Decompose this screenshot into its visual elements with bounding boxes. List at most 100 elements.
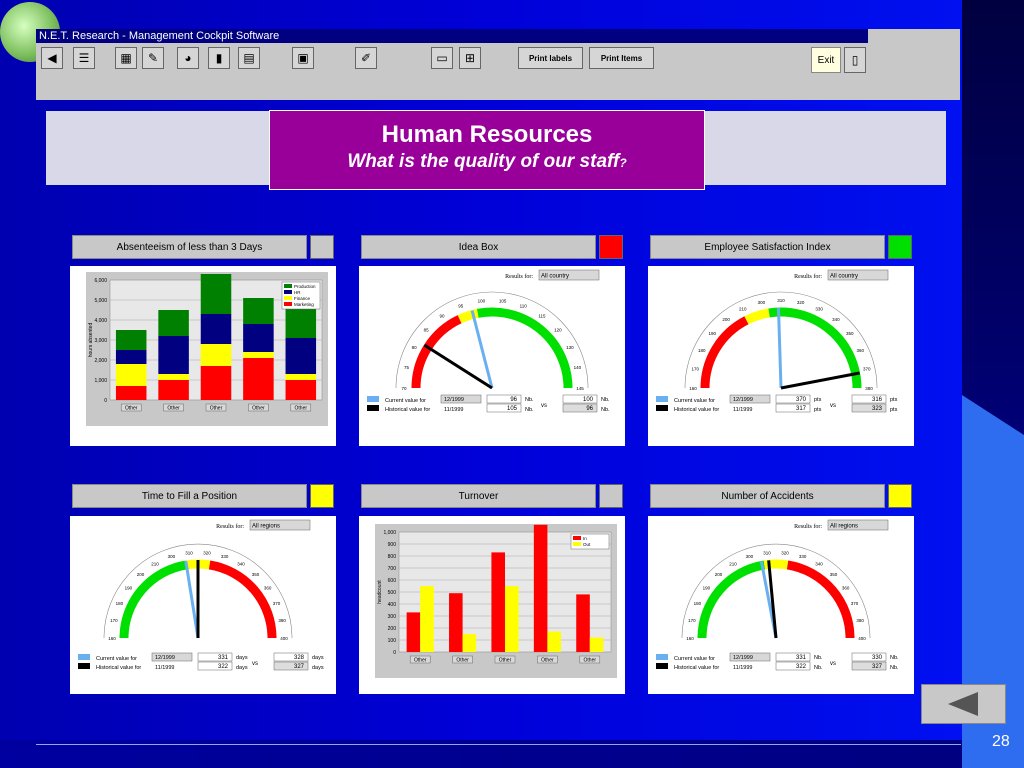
historical-date: 11/1999 [444,407,463,413]
x-tick-label: Other [584,658,597,664]
gauge-tick-label: 360 [264,585,272,590]
unit-label: days [312,665,324,671]
gauge-tick-label: 170 [110,618,118,623]
historical-value: 105 [507,406,518,412]
bar [547,631,561,652]
absenteeism-header[interactable]: Absenteeism of less than 3 Days [72,235,307,259]
current-swatch [656,396,668,402]
y-tick-label: 1,000 [94,378,107,384]
time-to-fill-header[interactable]: Time to Fill a Position [72,484,307,508]
x-tick-label: Other [210,406,223,412]
back-arrow-icon[interactable]: ◀ [41,47,63,69]
bar-segment [158,310,189,336]
unit-label: pts [814,407,822,413]
gauge-tick-label: 200 [137,572,145,577]
legend-swatch [573,542,581,546]
gauge-tick-label: 110 [520,304,528,309]
network-icon[interactable]: ⊞ [459,47,481,69]
edit-icon[interactable]: ✐ [355,47,377,69]
calculator-icon[interactable]: ▦ [115,47,137,69]
slide-title-box: Human Resources What is the quality of o… [269,110,705,190]
x-tick-label: Other [456,658,469,664]
compare-historical-value: 96 [586,406,593,412]
idea-box-gauge: 70 75 80 85 90 95 100 105 110 115 120 130 140 145 Resu… [367,269,610,413]
gauge-tick-label: 210 [739,307,747,312]
accidents-gauge-panel[interactable]: 160 170 180 190 200 210 300 310 320 330 340 350 360 3… [648,516,914,694]
satisfaction-gauge-panel[interactable]: 160 170 180 190 200 210 300 310 320 330 340 350 360 3… [648,266,914,446]
compare-historical-value: 323 [872,406,883,412]
bar-segment [200,274,232,314]
y-axis-label: hours absented [88,323,94,358]
gauge-tick-label: 95 [458,304,464,309]
x-tick-label: Other [541,658,554,664]
tools-icon[interactable]: ✎ [142,47,164,69]
bar-chart-icon[interactable]: ▮ [208,47,230,69]
x-tick-label: Other [295,406,308,412]
exit-door-icon[interactable]: ▯ [844,47,866,73]
compare-current-value: 316 [872,397,883,403]
gauge-zone [208,560,277,639]
back-button[interactable] [921,684,1006,724]
bar [533,524,548,652]
gauge-tick-label: 75 [404,365,410,370]
satisfaction-header[interactable]: Employee Satisfaction Index [650,235,885,259]
unit-label: Nb. [890,655,899,661]
satisfaction-status-indicator [888,235,912,259]
time-to-fill-status-indicator [310,484,334,508]
compare-current-value: 100 [583,397,594,403]
gauge-tick-label: 160 [108,636,116,641]
y-axis-label: headcount [377,580,383,604]
gauge-tick-label: 180 [116,601,124,606]
turnover-header[interactable]: Turnover [361,484,596,508]
save-icon[interactable]: ▣ [292,47,314,69]
current-date: 12/1999 [733,397,753,403]
tree-view-icon[interactable]: ☰ [73,47,95,69]
gauge-tick-label: 200 [722,317,730,322]
gauge-tick-label: 370 [863,366,871,371]
bar-segment [243,358,274,400]
current-date: 12/1999 [155,655,175,661]
turnover-chart-panel[interactable]: 0 100 200 300 400 500 600 700 800 900 1,000 headcou… [359,516,625,694]
current-value: 96 [510,397,517,403]
gauge-tick-label: 160 [689,386,697,391]
gauge-needle [184,560,200,639]
time-to-fill-gauge-panel[interactable]: 160 170 180 190 200 210 300 310 320 330 340 350 360 3… [70,516,336,694]
gauge-tick-label: 200 [715,572,723,577]
y-tick-label: 400 [388,602,397,608]
window-icon[interactable]: ▭ [431,47,453,69]
vs-label: vs [252,661,258,667]
gauge-tick-label: 380 [278,618,286,623]
slide-title: Human Resources [381,121,593,148]
exit-button[interactable]: Exit [811,47,841,73]
legend-label: Marketing [294,302,314,307]
table-icon[interactable]: ▤ [238,47,260,69]
gauge-tick-label: 370 [273,601,281,606]
print-labels-button[interactable]: Print labels [518,47,583,69]
idea-box-header[interactable]: Idea Box [361,235,596,259]
historical-value: 322 [796,664,807,670]
absenteeism-chart-panel[interactable]: 0 1,000 2,000 3,000 4,000 5,000 6,000 hours abs… [70,266,336,446]
gauge-tick-label: 300 [758,300,766,305]
bar [589,637,604,652]
gauge-tick-label: 340 [815,562,823,567]
bar-segment [285,380,317,400]
unit-label: pts [814,397,822,403]
current-label: Current value for [674,656,715,662]
x-tick-label: Other [125,406,138,412]
gauge-tick-label: 350 [846,331,854,336]
bar [406,612,421,652]
print-items-button[interactable]: Print Items [589,47,654,69]
vs-label: vs [830,661,836,667]
accidents-header[interactable]: Number of Accidents [650,484,885,508]
compare-current-value: 328 [294,655,305,661]
time-to-fill-gauge: 160 170 180 190 200 210 300 310 320 330 340 350 360 3… [78,519,324,671]
unit-label: pts [890,397,898,403]
gauge-zone [119,560,188,639]
y-tick-label: 700 [388,566,397,572]
idea-box-gauge-panel[interactable]: 70 75 80 85 90 95 100 105 110 115 120 130 140 145 Resu… [359,266,625,446]
x-tick-label: Other [252,406,265,412]
bar-segment [115,350,147,364]
pie-chart-icon[interactable]: ◕ [177,47,199,69]
x-tick-label: Other [499,658,512,664]
gauge-tick-label: 370 [851,601,859,606]
